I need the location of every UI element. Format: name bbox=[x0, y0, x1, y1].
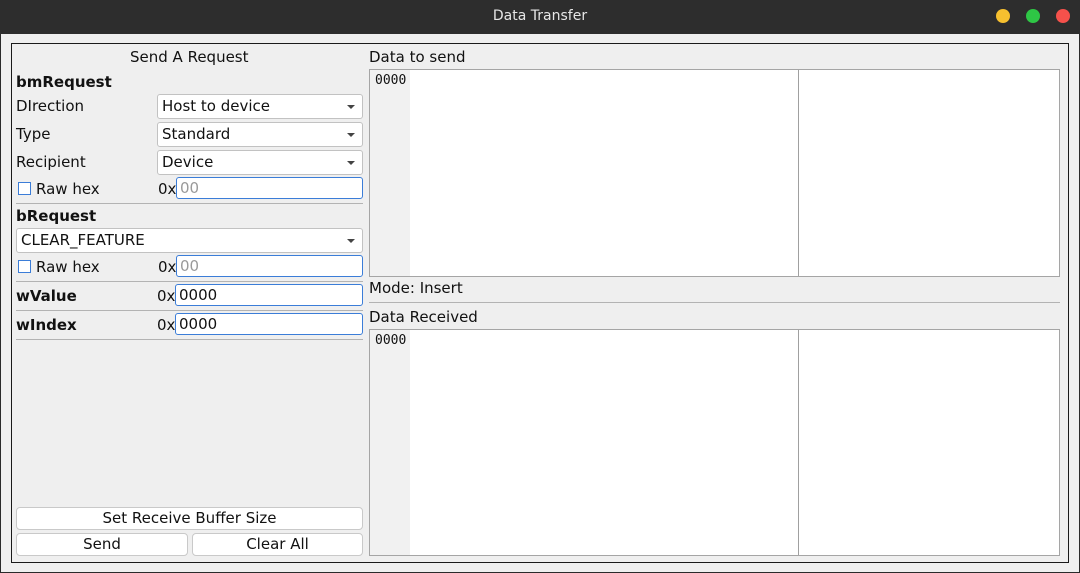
bm-raw-hex-checkbox[interactable] bbox=[18, 182, 31, 195]
offset-gutter: 0000 bbox=[370, 70, 410, 276]
direction-select-value: Host to device bbox=[162, 97, 271, 115]
chevron-down-icon bbox=[347, 105, 355, 109]
brequest-select-value: CLEAR_FEATURE bbox=[21, 231, 145, 249]
wvalue-label: wValue bbox=[16, 287, 77, 305]
direction-select[interactable]: Host to device bbox=[157, 94, 363, 119]
chevron-down-icon bbox=[347, 161, 355, 165]
maximize-button[interactable] bbox=[1026, 9, 1040, 23]
divider bbox=[16, 203, 363, 204]
data-to-send-hex-editor[interactable]: 0000 bbox=[369, 69, 1060, 277]
close-button[interactable] bbox=[1056, 9, 1070, 23]
windex-hex-prefix: 0x bbox=[157, 316, 176, 334]
window-title: Data Transfer bbox=[492, 8, 588, 24]
clear-all-button[interactable]: Clear All bbox=[192, 533, 363, 556]
type-label: Type bbox=[16, 125, 51, 143]
data-received-heading: Data Received bbox=[369, 308, 478, 326]
send-button[interactable]: Send bbox=[16, 533, 188, 556]
chevron-down-icon bbox=[347, 239, 355, 243]
offset-label: 0000 bbox=[375, 333, 407, 348]
window-body: Send A Request bmRequest DIrection Host … bbox=[1, 34, 1079, 572]
bm-raw-hex-label: Raw hex bbox=[36, 180, 100, 198]
content-frame: Send A Request bmRequest DIrection Host … bbox=[11, 43, 1069, 563]
divider bbox=[16, 339, 363, 340]
brequest-heading: bRequest bbox=[16, 207, 97, 225]
data-received-hex-viewer[interactable]: 0000 bbox=[369, 329, 1060, 556]
direction-label: DIrection bbox=[16, 97, 85, 115]
title-bar: Data Transfer bbox=[0, 0, 1080, 34]
bmrequest-heading: bmRequest bbox=[16, 73, 112, 91]
bm-raw-hex-input[interactable] bbox=[176, 177, 363, 199]
wvalue-input[interactable] bbox=[175, 284, 363, 306]
recipient-select[interactable]: Device bbox=[157, 150, 363, 175]
type-select[interactable]: Standard bbox=[157, 122, 363, 147]
divider bbox=[16, 310, 363, 311]
windex-label: wIndex bbox=[16, 316, 77, 334]
type-select-value: Standard bbox=[162, 125, 231, 143]
b-hex-prefix: 0x bbox=[158, 258, 177, 276]
divider bbox=[16, 281, 363, 282]
b-raw-hex-input[interactable] bbox=[176, 255, 363, 277]
bm-hex-prefix: 0x bbox=[158, 180, 177, 198]
set-receive-buffer-size-button[interactable]: Set Receive Buffer Size bbox=[16, 507, 363, 530]
divider bbox=[369, 302, 1060, 303]
brequest-select[interactable]: CLEAR_FEATURE bbox=[16, 228, 363, 253]
mode-status: Mode: Insert bbox=[369, 279, 463, 297]
wvalue-hex-prefix: 0x bbox=[157, 287, 176, 305]
data-to-send-heading: Data to send bbox=[369, 48, 466, 66]
hex-ascii-divider bbox=[798, 330, 799, 555]
send-request-heading: Send A Request bbox=[130, 48, 249, 66]
b-raw-hex-checkbox[interactable] bbox=[18, 260, 31, 273]
minimize-button[interactable] bbox=[996, 9, 1010, 23]
chevron-down-icon bbox=[347, 133, 355, 137]
recipient-select-value: Device bbox=[162, 153, 214, 171]
recipient-label: Recipient bbox=[16, 153, 86, 171]
b-raw-hex-label: Raw hex bbox=[36, 258, 100, 276]
hex-ascii-divider bbox=[798, 70, 799, 276]
windex-input[interactable] bbox=[175, 313, 363, 335]
offset-gutter: 0000 bbox=[370, 330, 410, 555]
offset-label: 0000 bbox=[375, 73, 407, 88]
